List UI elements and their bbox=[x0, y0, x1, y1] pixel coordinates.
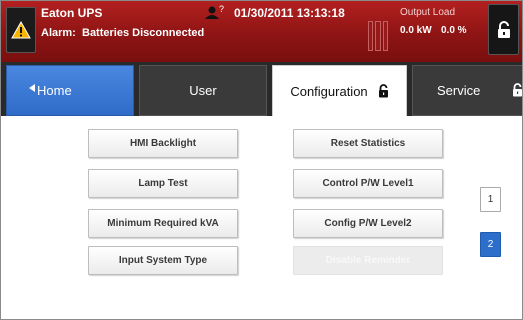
output-load-title: Output Load bbox=[400, 7, 456, 18]
output-load-kw: 0.0 kW bbox=[400, 25, 432, 36]
user-help-icon[interactable]: ? bbox=[204, 3, 226, 23]
configuration-panel: HMI Backlight Lamp Test Minimum Required… bbox=[1, 116, 522, 319]
alarm-label: Alarm: bbox=[41, 27, 76, 39]
page-2-button[interactable]: 2 bbox=[480, 232, 501, 257]
lock-icon bbox=[378, 84, 389, 98]
tab-service[interactable]: Service bbox=[412, 65, 522, 116]
config-pw-level2-button[interactable]: Config P/W Level2 bbox=[293, 209, 443, 238]
lock-icon bbox=[512, 83, 522, 100]
tab-home-label: Home bbox=[37, 83, 72, 98]
hmi-screen: Eaton UPS Alarm: Batteries Disconnected … bbox=[0, 0, 523, 320]
tab-bar: Home User Configuration Service bbox=[1, 62, 522, 116]
lock-icon bbox=[497, 20, 510, 38]
lamp-test-button[interactable]: Lamp Test bbox=[88, 169, 238, 198]
tab-service-label: Service bbox=[437, 83, 481, 98]
load-bar bbox=[375, 21, 381, 51]
disable-reminder-button: Disable Reminder bbox=[293, 246, 443, 275]
tab-configuration[interactable]: Configuration bbox=[272, 65, 407, 116]
status-header: Eaton UPS Alarm: Batteries Disconnected … bbox=[1, 1, 522, 62]
output-load-percent: 0.0 % bbox=[441, 25, 467, 36]
back-arrow-icon bbox=[29, 84, 35, 92]
tab-configuration-label: Configuration bbox=[290, 83, 368, 99]
load-bar bbox=[382, 21, 388, 51]
ups-title: Eaton UPS bbox=[41, 6, 103, 20]
alarm-button[interactable] bbox=[6, 7, 36, 53]
page-1-button[interactable]: 1 bbox=[480, 187, 501, 212]
output-load-bars bbox=[368, 21, 388, 51]
warning-icon bbox=[11, 21, 31, 39]
reset-statistics-button[interactable]: Reset Statistics bbox=[293, 129, 443, 158]
login-lock-button[interactable] bbox=[488, 4, 519, 55]
alarm-message: Batteries Disconnected bbox=[82, 27, 205, 39]
user-help-mark: ? bbox=[219, 4, 224, 14]
control-pw-level1-button[interactable]: Control P/W Level1 bbox=[293, 169, 443, 198]
input-system-type-button[interactable]: Input System Type bbox=[88, 246, 238, 275]
datetime: 01/30/2011 13:13:18 bbox=[234, 6, 345, 20]
load-bar bbox=[368, 21, 374, 51]
tab-home[interactable]: Home bbox=[6, 65, 134, 116]
tab-user[interactable]: User bbox=[139, 65, 267, 116]
tab-user-label: User bbox=[189, 83, 217, 98]
minimum-required-kva-button[interactable]: Minimum Required kVA bbox=[88, 209, 238, 238]
hmi-backlight-button[interactable]: HMI Backlight bbox=[88, 129, 238, 158]
